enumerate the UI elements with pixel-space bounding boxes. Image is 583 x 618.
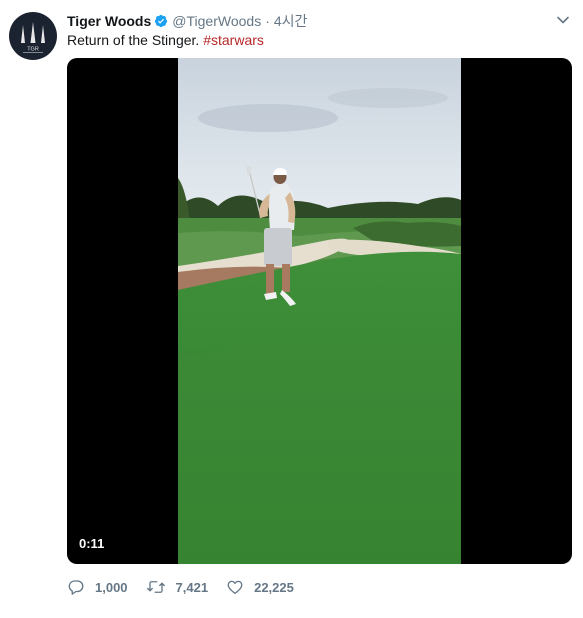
retweet-count: 7,421 — [175, 579, 209, 595]
like-button[interactable]: 22,225 — [226, 578, 294, 596]
tweet-text: Return of the Stinger. #starwars — [67, 31, 264, 49]
display-name[interactable]: Tiger Woods — [67, 13, 151, 29]
tweet-body: Return of the Stinger. — [67, 32, 200, 48]
retweet-icon — [146, 578, 166, 596]
tweet: TGR Tiger Woods @TigerWoods · 4시간 Return… — [0, 0, 583, 618]
retweet-button[interactable]: 7,421 — [146, 578, 209, 596]
separator-dot: · — [265, 13, 270, 29]
tweet-timestamp[interactable]: 4시간 — [274, 11, 308, 31]
user-handle[interactable]: @TigerWoods — [172, 13, 261, 29]
like-count: 22,225 — [254, 579, 294, 595]
video-frame — [178, 58, 461, 564]
hashtag-link[interactable]: #starwars — [203, 32, 264, 48]
reply-icon — [67, 578, 85, 596]
chevron-down-icon[interactable] — [556, 13, 570, 27]
heart-icon — [226, 578, 244, 596]
avatar[interactable]: TGR — [9, 12, 57, 60]
tweet-header: Tiger Woods @TigerWoods · 4시간 — [67, 11, 307, 31]
avatar-logo-text: TGR — [27, 47, 39, 53]
video-duration: 0:11 — [79, 536, 105, 551]
reply-count: 1,000 — [95, 579, 128, 595]
video-player[interactable]: 0:11 — [67, 58, 572, 564]
reply-button[interactable]: 1,000 — [67, 578, 128, 596]
verified-badge-icon — [154, 14, 168, 28]
tweet-actions: 1,000 7,421 22,225 — [67, 577, 312, 597]
